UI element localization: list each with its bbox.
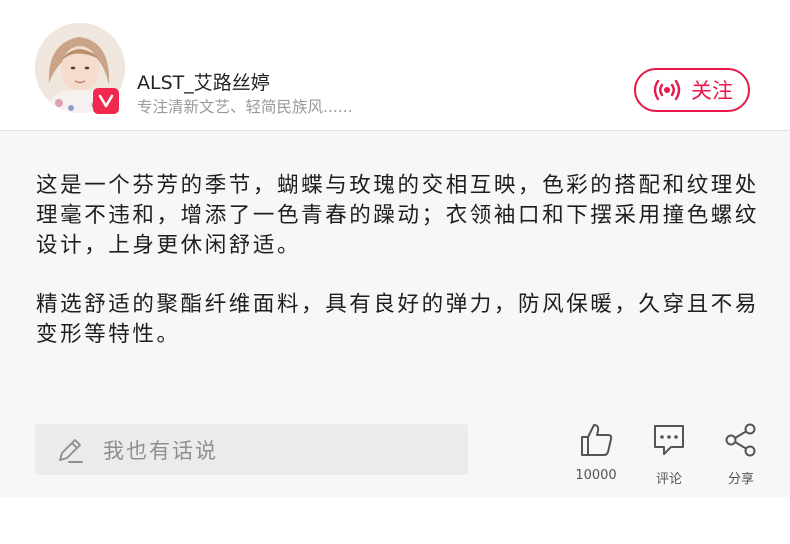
comment-label: 评论: [655, 472, 682, 487]
author-name[interactable]: ALST_艾路丝婷: [137, 68, 270, 95]
v-badge-icon: [93, 88, 119, 114]
pencil-icon: [35, 435, 103, 465]
thumbs-up-icon: [578, 422, 614, 462]
post-header: ALST_艾路丝婷 专注清新文艺、轻简民族风...... 关注: [0, 0, 790, 131]
comment-placeholder: 我也有话说: [103, 438, 218, 463]
comment-input[interactable]: 我也有话说: [35, 424, 468, 475]
follow-button[interactable]: 关注: [634, 68, 750, 112]
author-tagline: 专注清新文艺、轻简民族风......: [137, 98, 353, 116]
like-count: 10000: [575, 468, 617, 483]
post-paragraph: 这是一个芬芳的季节，蝴蝶与玫瑰的交相互映，色彩的搭配和纹理处理毫不违和，增添了一…: [36, 173, 760, 258]
follow-label: 关注: [691, 79, 733, 103]
live-broadcast-icon: [651, 77, 683, 103]
share-icon: [723, 422, 759, 462]
post-content: 这是一个芬芳的季节，蝴蝶与玫瑰的交相互映，色彩的搭配和纹理处理毫不违和，增添了一…: [0, 131, 790, 497]
post-paragraph: 精选舒适的聚酯纤维面料，具有良好的弹力，防风保暖，久穿且不易变形等特性。: [36, 292, 760, 347]
comment-button[interactable]: 评论: [646, 422, 692, 487]
author-avatar-container[interactable]: [35, 23, 125, 114]
comment-bubble-icon: [651, 422, 687, 462]
share-label: 分享: [727, 472, 754, 487]
like-button[interactable]: 10000: [572, 422, 620, 483]
share-button[interactable]: 分享: [718, 422, 764, 487]
